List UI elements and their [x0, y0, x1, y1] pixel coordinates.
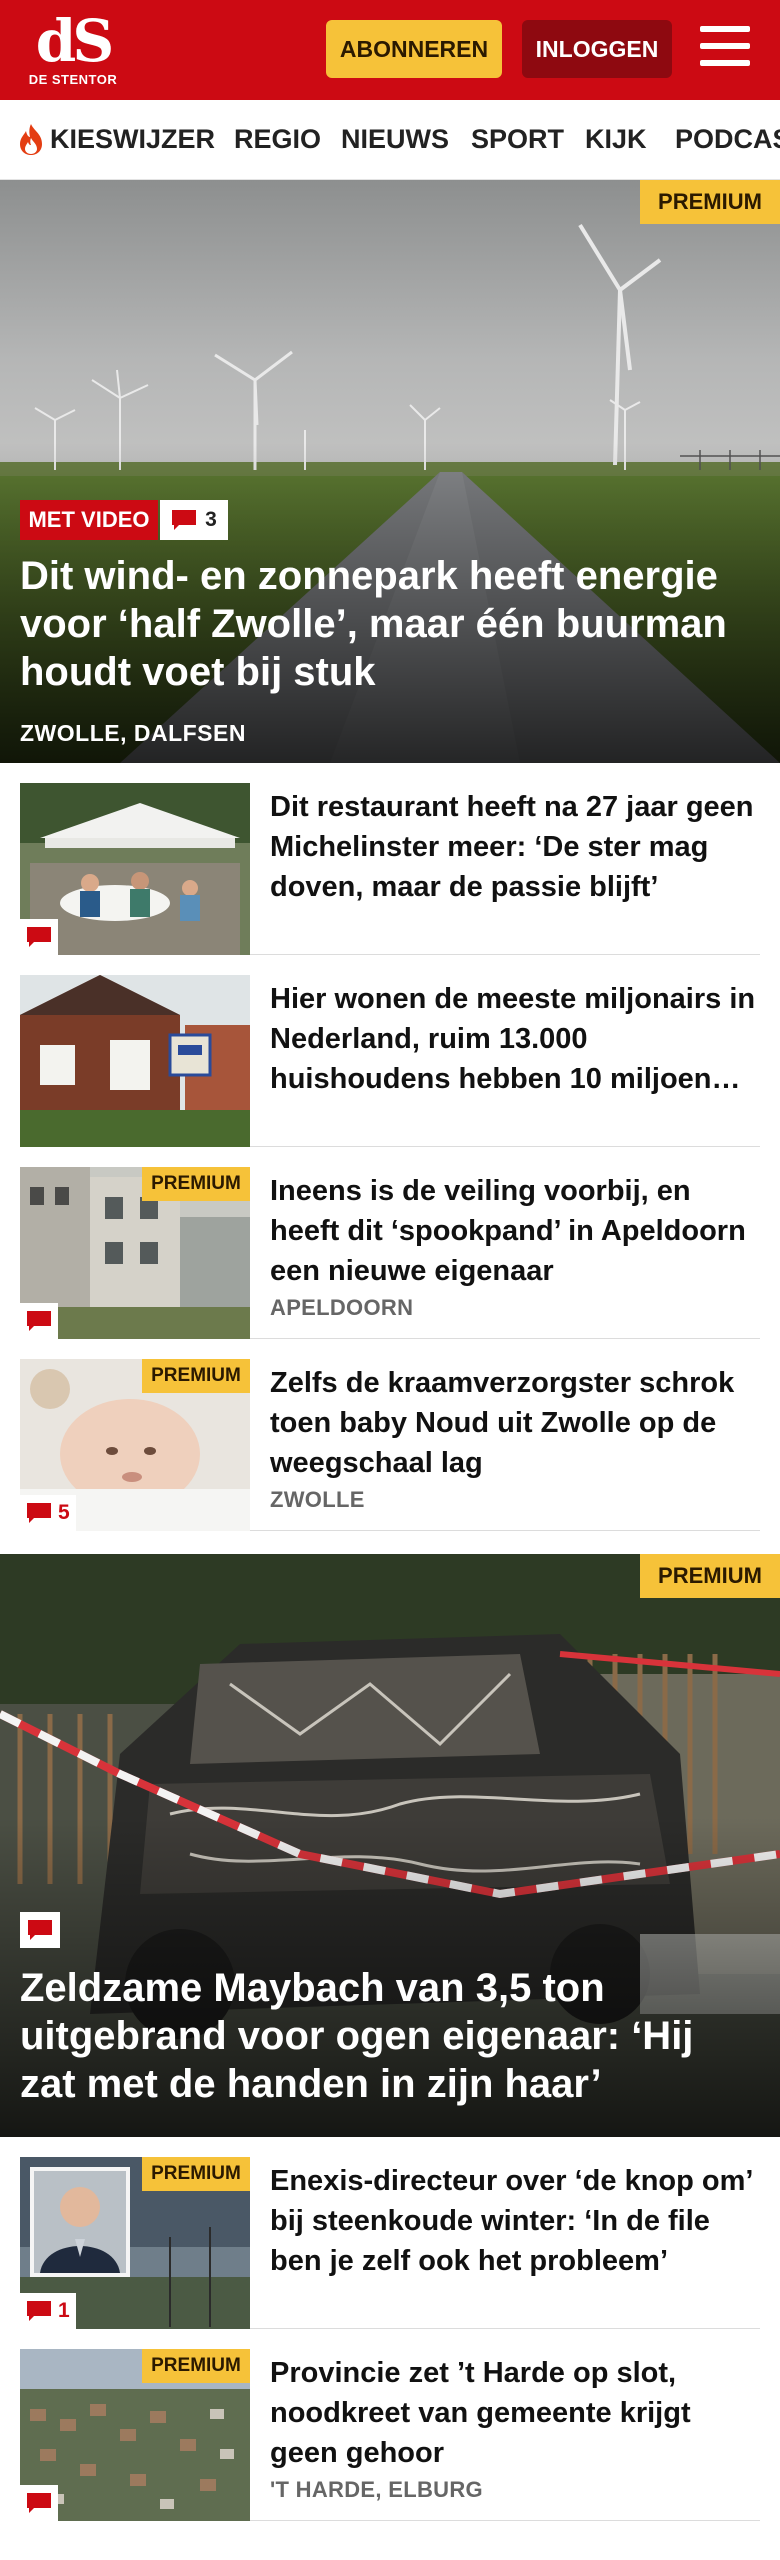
site-logo[interactable]: dS DE STENTOR	[28, 10, 118, 90]
list-item[interactable]: PREMIUM Ineens is de veiling voorbij, en…	[20, 1147, 760, 1339]
article-location: 'T HARDE, ELBURG	[270, 2477, 483, 2502]
comment-count: 1	[58, 2299, 70, 2322]
list-item[interactable]: Dit restaurant heeft na 27 jaar geen Mic…	[20, 763, 760, 955]
comment-icon	[27, 1311, 51, 1331]
comment-count: 3	[205, 508, 217, 531]
nav-item-nieuws[interactable]: NIEUWS	[341, 100, 449, 178]
nav-item-kieswijzer[interactable]: KIESWIJZER	[16, 100, 215, 178]
video-tag: MET VIDEO	[20, 500, 158, 540]
comment-icon	[27, 927, 51, 947]
comment-badge[interactable]: 5	[20, 1495, 76, 1531]
article-title[interactable]: Enexis-directeur over ‘de knop om’ bij s…	[270, 2161, 760, 2281]
main-nav: KIESWIJZER REGIO NIEUWS SPORT KIJK PODCA…	[0, 100, 780, 180]
comment-count-badge[interactable]: 3	[160, 500, 228, 540]
list-item[interactable]: PREMIUM Provincie zet ’t Harde op slot, …	[20, 2329, 760, 2521]
comment-badge[interactable]	[20, 1303, 58, 1339]
article-title[interactable]: Dit restaurant heeft na 27 jaar geen Mic…	[270, 787, 760, 907]
nav-label: KIESWIJZER	[50, 123, 216, 154]
comment-icon	[27, 2301, 51, 2321]
premium-badge: PREMIUM	[142, 2157, 250, 2191]
comment-badge[interactable]: 1	[20, 2293, 76, 2329]
premium-badge: PREMIUM	[142, 1359, 250, 1393]
site-header: dS DE STENTOR ABONNEREN INLOGGEN	[0, 0, 780, 100]
article-title[interactable]: Provincie zet ’t Harde op slot, noodkree…	[270, 2353, 760, 2473]
login-button[interactable]: INLOGGEN	[522, 20, 672, 78]
hero-title[interactable]: Dit wind- en zonnepark heeft energie voo…	[20, 552, 760, 696]
premium-badge: PREMIUM	[142, 1167, 250, 1201]
list-item[interactable]: PREMIUM 5 Zelfs de kraamverzorgster schr…	[20, 1339, 760, 1531]
premium-badge: PREMIUM	[142, 2349, 250, 2383]
comment-icon	[27, 1503, 51, 1523]
nav-item-kijk[interactable]: KIJK	[585, 100, 647, 178]
hero-article-maybach[interactable]: PREMIUM Zeldzame Maybach van 3,5 ton uit…	[0, 1554, 780, 2137]
article-title[interactable]: Hier wonen de meeste miljonairs in Neder…	[270, 979, 760, 1099]
comment-icon	[28, 1920, 52, 1940]
comment-badge[interactable]	[20, 919, 58, 955]
logo-mark: dS	[35, 7, 114, 75]
logo-subtitle: DE STENTOR	[28, 72, 118, 87]
article-title[interactable]: Zelfs de kraamverzorgster schrok toen ba…	[270, 1363, 760, 1483]
nav-item-sport[interactable]: SPORT	[471, 100, 564, 178]
list-item[interactable]: Hier wonen de meeste miljonairs in Neder…	[20, 955, 760, 1147]
comment-count: 5	[58, 1501, 70, 1524]
hero-title[interactable]: Zeldzame Maybach van 3,5 ton uitgebrand …	[20, 1964, 760, 2108]
comment-icon	[27, 2493, 51, 2513]
nav-item-podcast[interactable]: PODCAS	[675, 100, 780, 178]
flame-icon	[20, 124, 42, 155]
article-location: ZWOLLE	[270, 1487, 365, 1512]
comment-badge[interactable]	[20, 2485, 58, 2521]
article-title[interactable]: Ineens is de veiling voorbij, en heeft d…	[270, 1171, 760, 1291]
comment-icon	[172, 510, 197, 530]
premium-badge: PREMIUM	[640, 1554, 780, 1598]
menu-icon[interactable]	[700, 26, 750, 72]
comment-badge[interactable]	[20, 1912, 60, 1948]
list-item[interactable]: PREMIUM 1 Enexis-directeur over ‘de knop…	[20, 2137, 760, 2329]
article-location: APELDOORN	[270, 1295, 414, 1320]
hero-article-windpark[interactable]: PREMIUM MET VIDEO 3 Dit wind- en zonnepa…	[0, 180, 780, 763]
premium-badge: PREMIUM	[640, 180, 780, 224]
article-thumbnail	[20, 975, 250, 1147]
subscribe-button[interactable]: ABONNEREN	[326, 20, 502, 78]
hero-location: ZWOLLE, DALFSEN	[20, 720, 246, 746]
nav-item-regio[interactable]: REGIO	[234, 100, 321, 178]
